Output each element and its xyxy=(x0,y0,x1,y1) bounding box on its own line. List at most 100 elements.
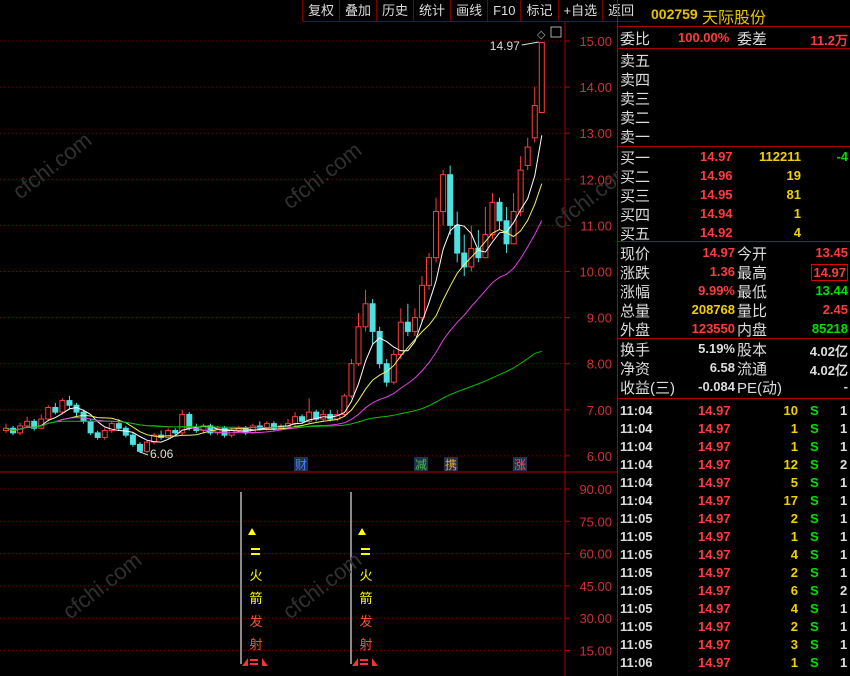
tick-side: S xyxy=(810,583,819,598)
tick-price: 14.97 xyxy=(698,439,731,454)
toolbar-button-5[interactable]: F10 xyxy=(487,0,521,22)
buy-label: 买一 xyxy=(620,150,651,167)
tick-side: S xyxy=(810,619,819,634)
candle-body xyxy=(129,434,136,445)
sell-label: 卖四 xyxy=(620,72,651,89)
fin-value: -0.084 xyxy=(698,379,735,394)
tick-count: 1 xyxy=(840,421,848,436)
fin-value: 6.58 xyxy=(709,360,735,375)
candle-body xyxy=(59,400,66,413)
tick-time: 11:05 xyxy=(620,619,653,634)
quote-value-2: 14.97 xyxy=(811,264,848,281)
diamond-icon: ◇ xyxy=(537,29,546,41)
candle-body xyxy=(524,146,531,166)
quote-value-2: 13.45 xyxy=(815,245,848,260)
kline-chart[interactable]: 15.0014.0013.0012.0011.0010.009.008.007.… xyxy=(0,0,617,676)
toolbar-button-1[interactable]: 叠加 xyxy=(339,0,377,22)
stock-name: 天际股份 xyxy=(702,10,767,27)
tick-price: 14.97 xyxy=(698,547,731,562)
buy-row: 买一 14.97 112211 -4 xyxy=(618,148,850,167)
tick-price: 14.97 xyxy=(698,583,731,598)
candle-body xyxy=(538,41,545,113)
quote-value-2: 2.45 xyxy=(822,302,848,317)
ma10-line xyxy=(5,183,543,438)
toolbar-button-3[interactable]: 统计 xyxy=(413,0,451,22)
tick-row: 11:05 14.97 2 S 1 xyxy=(618,510,850,528)
fin-label-2: 流通 xyxy=(737,361,768,378)
tick-time: 11:05 xyxy=(620,529,653,544)
tick-price: 14.97 xyxy=(698,601,731,616)
tick-volume: 1 xyxy=(790,655,798,670)
buy-volume: 112211 xyxy=(759,149,801,164)
tick-side: S xyxy=(810,457,819,472)
ma5-line xyxy=(5,135,543,443)
tick-row: 11:05 14.97 3 S 1 xyxy=(618,636,850,654)
tick-time: 11:05 xyxy=(620,601,653,616)
price-axis-label: 9.00 xyxy=(587,311,612,326)
candle-body xyxy=(390,353,397,383)
toolbar-button-7[interactable]: +自选 xyxy=(557,0,603,22)
candle-body xyxy=(80,411,87,422)
tick-price: 14.97 xyxy=(698,457,731,472)
tick-volume: 6 xyxy=(790,583,798,598)
tick-price: 14.97 xyxy=(698,421,731,436)
quote-value: 1.36 xyxy=(709,264,735,279)
candle-body xyxy=(172,430,179,434)
tick-price: 14.97 xyxy=(698,511,731,526)
weicha-label: 委差 xyxy=(737,31,768,48)
quote-label: 总量 xyxy=(620,303,651,320)
up-arrow-icon xyxy=(248,528,256,535)
tick-side: S xyxy=(810,547,819,562)
ind-axis-label: 45.00 xyxy=(579,579,612,594)
quote-value: 208768 xyxy=(691,302,735,317)
quote-value: 14.97 xyxy=(702,245,735,260)
quote-panel: 002759 天际股份 委比 100.00% 委差 11.2万 卖五 卖四 卖三 卖二… xyxy=(617,0,850,676)
tick-volume: 1 xyxy=(790,421,798,436)
tick-count: 1 xyxy=(840,403,848,418)
price-axis-label: 6.00 xyxy=(587,449,612,464)
tick-time: 11:04 xyxy=(620,439,653,454)
tick-time: 11:04 xyxy=(620,475,653,490)
quote-label-2: 量比 xyxy=(737,303,768,320)
toolbar-button-4[interactable]: 画线 xyxy=(450,0,488,22)
candle-body xyxy=(440,174,447,213)
candle-body xyxy=(447,174,454,226)
ind-axis-label: 30.00 xyxy=(579,611,612,626)
ind-axis-label: 60.00 xyxy=(579,547,612,562)
tick-side: S xyxy=(810,529,819,544)
tick-row: 11:04 14.97 1 S 1 xyxy=(618,420,850,438)
tick-side: S xyxy=(810,421,819,436)
equals-mark xyxy=(251,553,260,555)
stock-header: 002759 天际股份 xyxy=(618,4,850,27)
buy-volume: 4 xyxy=(793,225,801,240)
price-axis-label: 7.00 xyxy=(587,403,612,418)
tick-volume: 1 xyxy=(790,529,798,544)
fin-value-2: 4.02亿 xyxy=(809,344,848,359)
toolbar-button-2[interactable]: 历史 xyxy=(376,0,414,22)
price-axis-label: 10.00 xyxy=(579,265,612,280)
fin-value-2: - xyxy=(843,379,848,394)
quote-value: 123550 xyxy=(691,321,735,336)
buy-row: 买二 14.96 19 xyxy=(618,167,850,186)
tick-volume: 3 xyxy=(790,637,798,652)
tick-volume: 2 xyxy=(790,511,798,526)
quote-label: 涨跌 xyxy=(620,265,651,282)
toolbar-button-0[interactable]: 复权 xyxy=(302,0,340,22)
weibi-row: 委比 100.00% 委差 11.2万 xyxy=(618,29,850,48)
tick-time: 11:05 xyxy=(620,565,653,580)
tick-row: 11:05 14.97 4 S 1 xyxy=(618,546,850,564)
toolbar-button-6[interactable]: 标记 xyxy=(520,0,558,22)
candle-body xyxy=(299,416,306,422)
sell-row: 卖四 xyxy=(618,70,850,89)
fin-row: 收益(三) -0.084 PE(动) - xyxy=(618,378,850,397)
tick-volume: 10 xyxy=(783,403,798,418)
buy-row: 买四 14.94 1 xyxy=(618,205,850,224)
tick-volume: 4 xyxy=(790,601,798,616)
tick-side: S xyxy=(810,637,819,652)
tick-price: 14.97 xyxy=(698,475,731,490)
candle-body xyxy=(52,406,59,413)
candle-body xyxy=(355,326,362,365)
quote-label: 外盘 xyxy=(620,322,651,339)
tick-row: 11:05 14.97 6 S 2 xyxy=(618,582,850,600)
price-axis-label: 8.00 xyxy=(587,357,612,372)
